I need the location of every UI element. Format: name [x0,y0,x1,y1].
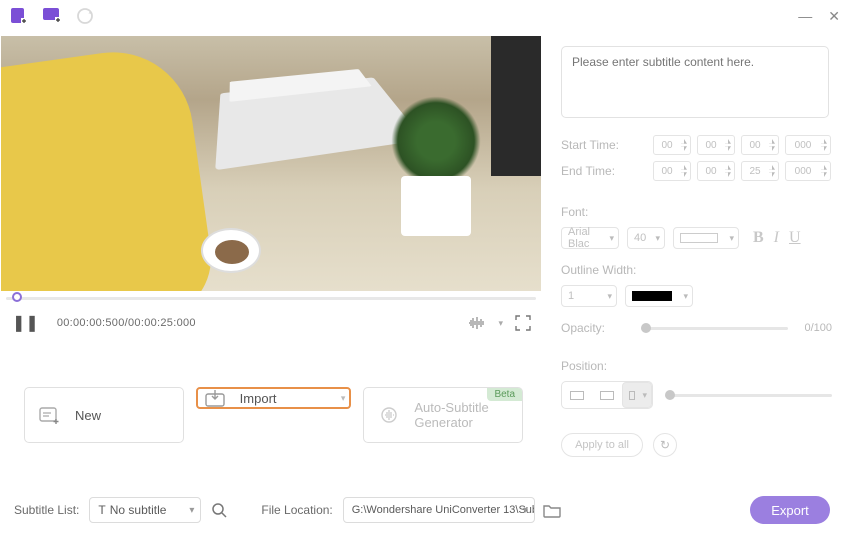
font-family-select[interactable]: Arial Blac [561,227,619,249]
video-preview[interactable] [1,36,541,291]
subtitle-content-input[interactable] [561,46,829,118]
window-controls: — ✕ [798,8,840,25]
open-folder-icon[interactable] [543,503,561,518]
position-left-button[interactable] [562,382,592,408]
outline-color-select[interactable] [625,285,693,307]
underline-button[interactable]: U [789,229,801,247]
opacity-slider[interactable] [641,327,788,330]
outline-width-label: Outline Width: [561,263,832,277]
footer-bar: Subtitle List: TNo subtitle File Locatio… [0,486,850,534]
import-icon [204,388,226,408]
position-right-button[interactable] [622,382,652,408]
file-location-select[interactable]: G:\Wondershare UniConverter 13\SubEd [343,497,535,523]
position-slider[interactable] [665,394,832,397]
outline-width-select[interactable]: 1 [561,285,617,307]
main-area: ❚❚ 00:00:00:500/00:00:25:000 ▾ New [0,32,850,486]
opacity-value: 0/100 [796,322,832,334]
position-center-button[interactable] [592,382,622,408]
end-min-stepper[interactable] [697,161,735,181]
left-panel: ❚❚ 00:00:00:500/00:00:25:000 ▾ New [0,32,543,486]
import-label: Import [240,391,277,406]
start-min-stepper[interactable] [697,135,735,155]
search-subtitle-icon[interactable] [211,502,231,518]
font-size-select[interactable]: 40 [627,227,665,249]
import-subtitle-card[interactable]: Import [196,387,352,409]
start-time-label: Start Time: [561,138,653,152]
add-file-icon[interactable] [10,7,28,25]
file-location-label: File Location: [261,503,332,517]
new-subtitle-card[interactable]: New [24,387,184,443]
position-label: Position: [561,359,832,373]
auto-icon [378,405,400,425]
right-panel: Start Time: End Time: Font: Arial Blac 4… [543,32,850,486]
close-button[interactable]: ✕ [828,8,840,25]
beta-badge: Beta [487,388,522,401]
position-button-group [561,381,653,409]
opacity-label: Opacity: [561,321,633,335]
minimize-button[interactable]: — [798,8,812,25]
new-label: New [75,408,101,423]
end-sec-stepper[interactable] [741,161,779,181]
apply-to-all-button[interactable]: Apply to all [561,433,643,457]
subtitle-list-label: Subtitle List: [14,503,79,517]
font-label: Font: [561,205,832,219]
font-color-select[interactable] [673,227,739,249]
end-time-label: End Time: [561,164,653,178]
waveform-icon[interactable] [468,316,486,330]
end-hour-stepper[interactable] [653,161,691,181]
add-screen-icon[interactable] [42,7,62,25]
auto-subtitle-card[interactable]: Beta Auto-Subtitle Generator [363,387,523,443]
refresh-circle-icon[interactable] [76,7,94,25]
reset-button[interactable]: ↻ [653,433,677,457]
end-ms-stepper[interactable] [785,161,831,181]
subtitle-source-options: New Import Beta Auto-Subtitle Generator [0,341,543,443]
start-hour-stepper[interactable] [653,135,691,155]
export-button[interactable]: Export [750,496,830,524]
title-bar: — ✕ [0,0,850,32]
italic-button[interactable]: I [774,229,779,247]
start-sec-stepper[interactable] [741,135,779,155]
waveform-chevron-icon[interactable]: ▾ [498,318,503,329]
timecode: 00:00:00:500/00:00:25:000 [57,317,196,329]
auto-label: Auto-Subtitle Generator [414,400,508,430]
new-icon [39,405,61,425]
subtitle-list-select[interactable]: TNo subtitle [89,497,201,523]
seek-bar[interactable] [6,291,536,305]
fullscreen-icon[interactable] [515,315,531,331]
title-icon-group [10,7,94,25]
pause-button[interactable]: ❚❚ [12,313,39,333]
start-ms-stepper[interactable] [785,135,831,155]
player-controls: ❚❚ 00:00:00:500/00:00:25:000 ▾ [0,305,543,341]
bold-button[interactable]: B [753,229,764,247]
